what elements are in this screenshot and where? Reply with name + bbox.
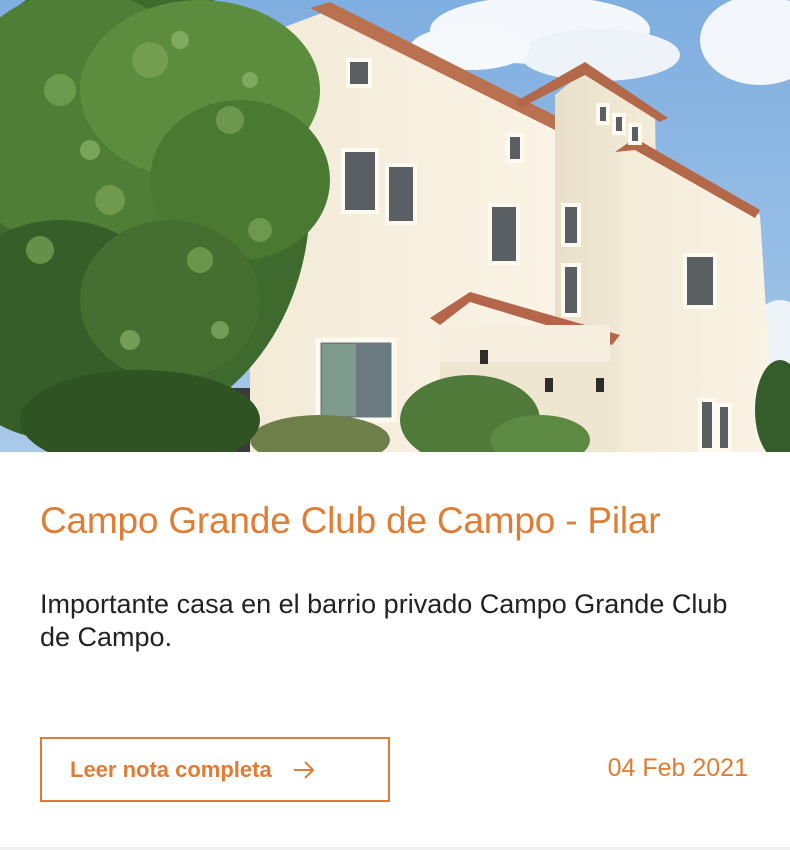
read-more-button[interactable]: Leer nota completa <box>40 737 390 802</box>
card-content: Campo Grande Club de Campo - Pilar Impor… <box>40 498 750 654</box>
publish-date: 04 Feb 2021 <box>607 754 748 782</box>
read-more-label: Leer nota completa <box>70 756 272 782</box>
article-description: Importante casa en el barrio privado Cam… <box>40 589 728 652</box>
article-title[interactable]: Campo Grande Club de Campo - Pilar <box>40 498 750 544</box>
house-photo[interactable] <box>0 0 790 452</box>
card-footer: Leer nota completa 04 Feb 2021 <box>40 737 750 802</box>
news-card: Campo Grande Club de Campo - Pilar Impor… <box>0 0 790 850</box>
arrow-right-icon <box>292 760 316 780</box>
